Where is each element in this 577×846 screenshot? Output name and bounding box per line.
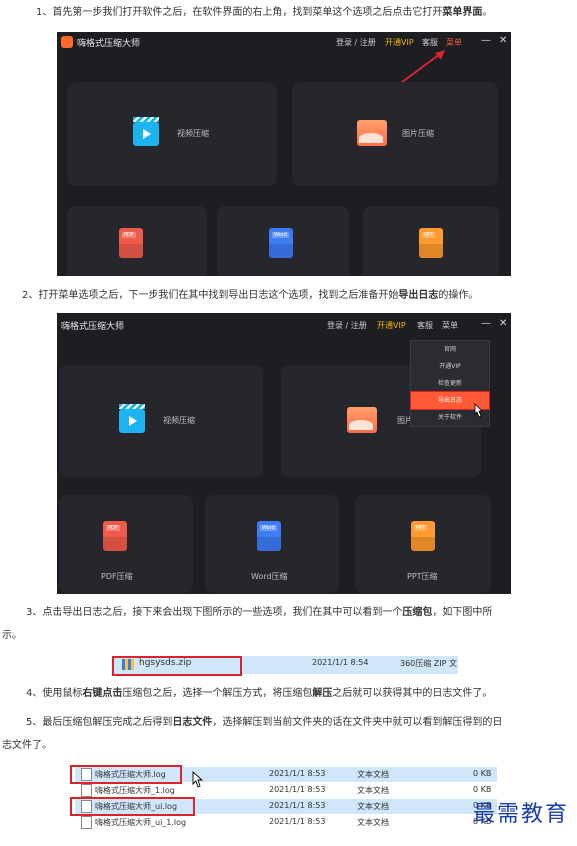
ppt-icon: PPT xyxy=(419,228,443,258)
card-video-label: 视频压缩 xyxy=(177,129,209,138)
menu-item-update[interactable]: 检查更新 xyxy=(411,375,489,392)
card-video[interactable]: 视频压缩 xyxy=(59,365,263,477)
highlight-box-ui-log xyxy=(70,797,195,816)
step-4-text: 4、使用鼠标右键点击压缩包之后，选择一个解压方式，将压缩包解压之后就可以获得其中… xyxy=(26,688,493,699)
pdf-icon: PDF xyxy=(103,521,127,551)
minimize-icon[interactable]: — xyxy=(481,318,491,329)
image-icon xyxy=(347,407,377,433)
video-icon xyxy=(133,117,159,146)
step-3-text-line2: 示。 xyxy=(2,630,22,641)
step-3-text: 3、点击导出日志之后，接下来会出现下图所示的一些选项，我们在其中可以看到一个压缩… xyxy=(26,607,493,618)
zip-file-type: 360压缩 ZIP 文 xyxy=(400,659,458,668)
card-ppt[interactable]: PPT PPT压缩 xyxy=(355,495,491,593)
highlight-box-log xyxy=(70,765,182,784)
card-word-label: Word压缩 xyxy=(251,572,288,581)
card-pdf-label: PDF压缩 xyxy=(101,572,133,581)
card-ppt-label: PPT压缩 xyxy=(407,572,438,581)
card-ppt[interactable]: PPT xyxy=(363,206,499,276)
card-word[interactable]: Word xyxy=(217,206,349,276)
app-title: 嗨格式压缩大师 xyxy=(61,322,125,332)
card-word[interactable]: Word Word压缩 xyxy=(205,495,339,593)
step-1-text: 1、首先第一步我们打开软件之后，在软件界面的右上角，找到菜单这个选项之后点击它打… xyxy=(36,7,493,18)
cursor-icon xyxy=(474,403,483,418)
cursor-icon xyxy=(192,771,204,788)
image-icon xyxy=(357,120,387,146)
menu-item-website[interactable]: 官网 xyxy=(411,341,489,358)
login-link[interactable]: 登录 / 注册 xyxy=(327,320,367,331)
word-icon: Word xyxy=(269,228,293,258)
pdf-icon: PDF xyxy=(119,228,143,258)
card-image[interactable]: 图片压缩 xyxy=(292,82,498,186)
highlight-box-zip xyxy=(112,656,242,676)
card-pdf[interactable]: PDF xyxy=(67,206,207,276)
step-2-text: 2、打开菜单选项之后，下一步我们在其中找到导出日志这个选项，找到之后准备开始导出… xyxy=(22,290,479,301)
card-pdf[interactable]: PDF PDF压缩 xyxy=(59,495,193,593)
log-file-row[interactable]: 嗨格式压缩大师_1.log 2021/1/1 8:53 文本文档 0 KB xyxy=(75,783,497,798)
card-image-label: 图片压缩 xyxy=(402,129,434,138)
vip-link[interactable]: 开通VIP xyxy=(377,320,406,331)
video-icon xyxy=(119,404,145,433)
watermark-brand: 最需教育 xyxy=(472,802,569,827)
menu-link[interactable]: 菜单 xyxy=(442,320,458,331)
step-5-text-line2: 志文件了。 xyxy=(2,740,52,751)
zip-file-date: 2021/1/1 8:54 xyxy=(312,658,369,667)
ppt-icon: PPT xyxy=(411,521,435,551)
text-file-icon xyxy=(81,784,92,797)
card-video-label: 视频压缩 xyxy=(163,416,195,425)
word-icon: Word xyxy=(257,521,281,551)
title-bar: 嗨格式压缩大师 登录 / 注册 开通VIP 客服 菜单 — ✕ xyxy=(57,313,511,335)
card-video[interactable]: 视频压缩 xyxy=(67,82,277,186)
service-link[interactable]: 客服 xyxy=(417,320,433,331)
text-file-icon xyxy=(81,816,92,829)
screenshot-app-home: 嗨格式压缩大师 登录 / 注册 开通VIP 客服 菜单 — ✕ 视频压缩 图片压… xyxy=(57,32,511,276)
close-icon[interactable]: ✕ xyxy=(499,318,507,329)
menu-item-vip[interactable]: 开通VIP xyxy=(411,358,489,375)
step-5-text: 5、最后压缩包解压完成之后得到日志文件，选择解压到当前文件夹的话在文件夹中就可以… xyxy=(26,717,503,728)
log-file-row[interactable]: 嗨格式压缩大师_ui_1.log 2021/1/1 8:53 文本文档 0 KB xyxy=(75,815,497,830)
